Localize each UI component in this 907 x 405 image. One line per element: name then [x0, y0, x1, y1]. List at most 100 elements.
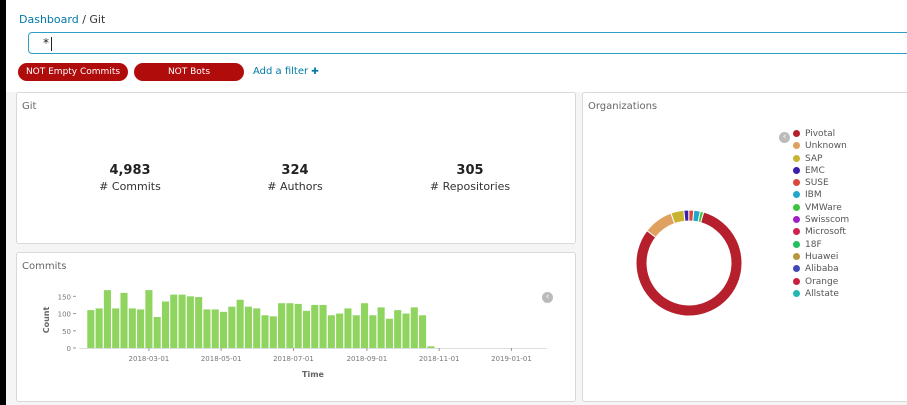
commit-bar[interactable]: [336, 313, 344, 348]
commit-bar[interactable]: [137, 309, 145, 348]
legend-dot-icon: [793, 203, 800, 211]
commit-bar[interactable]: [178, 294, 186, 348]
commit-bar[interactable]: [360, 303, 369, 348]
commit-bar[interactable]: [385, 318, 393, 348]
legend-dot-icon: [793, 166, 800, 174]
legend-dot-icon: [793, 289, 800, 297]
text-caret: [51, 37, 52, 51]
commit-bar[interactable]: [269, 316, 277, 348]
commit-bar[interactable]: [369, 315, 377, 348]
x-tick-label: 2018-09-01: [347, 355, 388, 363]
commit-bar[interactable]: [352, 315, 360, 348]
add-filter-label: Add a filter: [253, 66, 309, 77]
commit-bar[interactable]: [120, 292, 128, 348]
commit-bar[interactable]: [211, 309, 219, 348]
commit-bar[interactable]: [419, 315, 427, 348]
legend-dot-icon: [793, 277, 800, 285]
legend-dot-icon: [793, 240, 800, 248]
y-tick-label: 50: [62, 328, 71, 336]
commits-panel: Commits ‹ 0 50 100 150 Count 2018-03-01 2018-0…: [16, 252, 576, 402]
legend-label: Microsoft: [805, 227, 846, 238]
legend-label: Alibaba: [805, 264, 839, 275]
commit-bar[interactable]: [145, 290, 153, 348]
commit-bar[interactable]: [253, 308, 261, 348]
commit-bar[interactable]: [186, 296, 194, 348]
commit-bar[interactable]: [219, 311, 228, 348]
commit-bar[interactable]: [302, 310, 311, 348]
commit-bar[interactable]: [327, 315, 335, 348]
commit-bar[interactable]: [278, 303, 286, 348]
search-input-value: *: [43, 36, 49, 50]
commit-bar[interactable]: [153, 317, 161, 348]
git-panel-title: Git: [22, 101, 37, 112]
legend-dot-icon: [793, 252, 800, 260]
commit-bar[interactable]: [286, 303, 294, 348]
breadcrumb-separator: /: [82, 13, 86, 26]
commit-bar[interactable]: [427, 346, 435, 348]
commit-bar[interactable]: [103, 290, 111, 348]
legend-dot-icon: [793, 191, 800, 199]
organizations-panel-title: Organizations: [588, 101, 658, 112]
commit-bar[interactable]: [112, 308, 120, 348]
plus-icon: ✚: [311, 67, 319, 77]
authors-metric: 324 # Authors: [235, 163, 355, 193]
commit-bar[interactable]: [95, 308, 103, 348]
commit-bar[interactable]: [410, 307, 418, 348]
y-axis-label: Count: [42, 307, 51, 334]
legend-label: SUSE: [805, 178, 829, 189]
dashboard-app: Dashboard / Git * NOT Empty Commits NOT …: [6, 0, 907, 405]
commit-bar[interactable]: [228, 306, 236, 348]
commit-bar[interactable]: [311, 304, 319, 348]
filter-pill-not-empty-commits[interactable]: NOT Empty Commits: [18, 63, 128, 81]
legend-dot-icon: [793, 130, 800, 137]
breadcrumb-dashboard-link[interactable]: Dashboard: [19, 13, 79, 26]
commit-bar[interactable]: [244, 306, 252, 348]
commit-bar[interactable]: [394, 310, 402, 348]
commit-bar[interactable]: [344, 308, 352, 348]
search-input[interactable]: *: [28, 32, 907, 54]
legend-label: Pivotal: [805, 129, 836, 139]
commit-bar[interactable]: [161, 301, 170, 349]
x-tick-label: 2018-11-01: [419, 355, 460, 363]
commit-bar[interactable]: [87, 310, 95, 348]
commit-bar[interactable]: [261, 315, 269, 348]
organizations-donut-chart: [635, 209, 743, 317]
repositories-metric: 305 # Repositories: [410, 163, 530, 193]
breadcrumb: Dashboard / Git: [19, 13, 105, 26]
commit-bar[interactable]: [203, 309, 211, 348]
metric-value: 324: [281, 163, 309, 178]
legend-label: SAP: [805, 153, 823, 164]
commit-bar[interactable]: [236, 299, 244, 348]
commit-bar[interactable]: [170, 294, 178, 348]
metric-label: # Repositories: [429, 180, 511, 193]
metric-value: 4,983: [109, 163, 151, 178]
legend-label: Unknown: [805, 141, 847, 152]
commit-bar[interactable]: [402, 313, 410, 348]
y-tick-label: 150: [58, 293, 71, 301]
commit-bar[interactable]: [128, 308, 136, 348]
x-axis-label: Time: [302, 370, 325, 379]
y-tick-label: 0: [67, 345, 71, 353]
git-panel: Git 4,983 # Commits 324 # Authors 305 # …: [16, 92, 576, 244]
legend-label: Huawei: [805, 251, 839, 262]
metric-label: # Commits: [99, 180, 161, 193]
commit-bar[interactable]: [294, 303, 302, 348]
commit-bar[interactable]: [377, 307, 385, 348]
legend-label: Orange: [805, 276, 839, 287]
x-tick-label: 2018-07-01: [273, 355, 314, 363]
add-filter-link[interactable]: Add a filter ✚: [253, 66, 319, 77]
breadcrumb-current: Git: [89, 13, 106, 26]
legend-label: VMWare: [805, 202, 842, 213]
legend-label: Allstate: [805, 288, 839, 299]
legend-label: 18F: [805, 239, 822, 250]
donut-slice-unknown[interactable]: [646, 212, 676, 239]
legend-label: EMC: [805, 165, 825, 176]
commit-bar[interactable]: [319, 304, 327, 348]
legend-toggle-icon[interactable]: ‹: [779, 132, 790, 143]
metric-value: 305: [456, 163, 484, 178]
commit-bar[interactable]: [195, 297, 203, 348]
legend-dot-icon: [793, 216, 800, 224]
y-tick-label: 100: [58, 311, 71, 319]
filter-pill-not-bots[interactable]: NOT Bots: [134, 63, 244, 81]
donut-slice-emc[interactable]: [683, 209, 690, 222]
